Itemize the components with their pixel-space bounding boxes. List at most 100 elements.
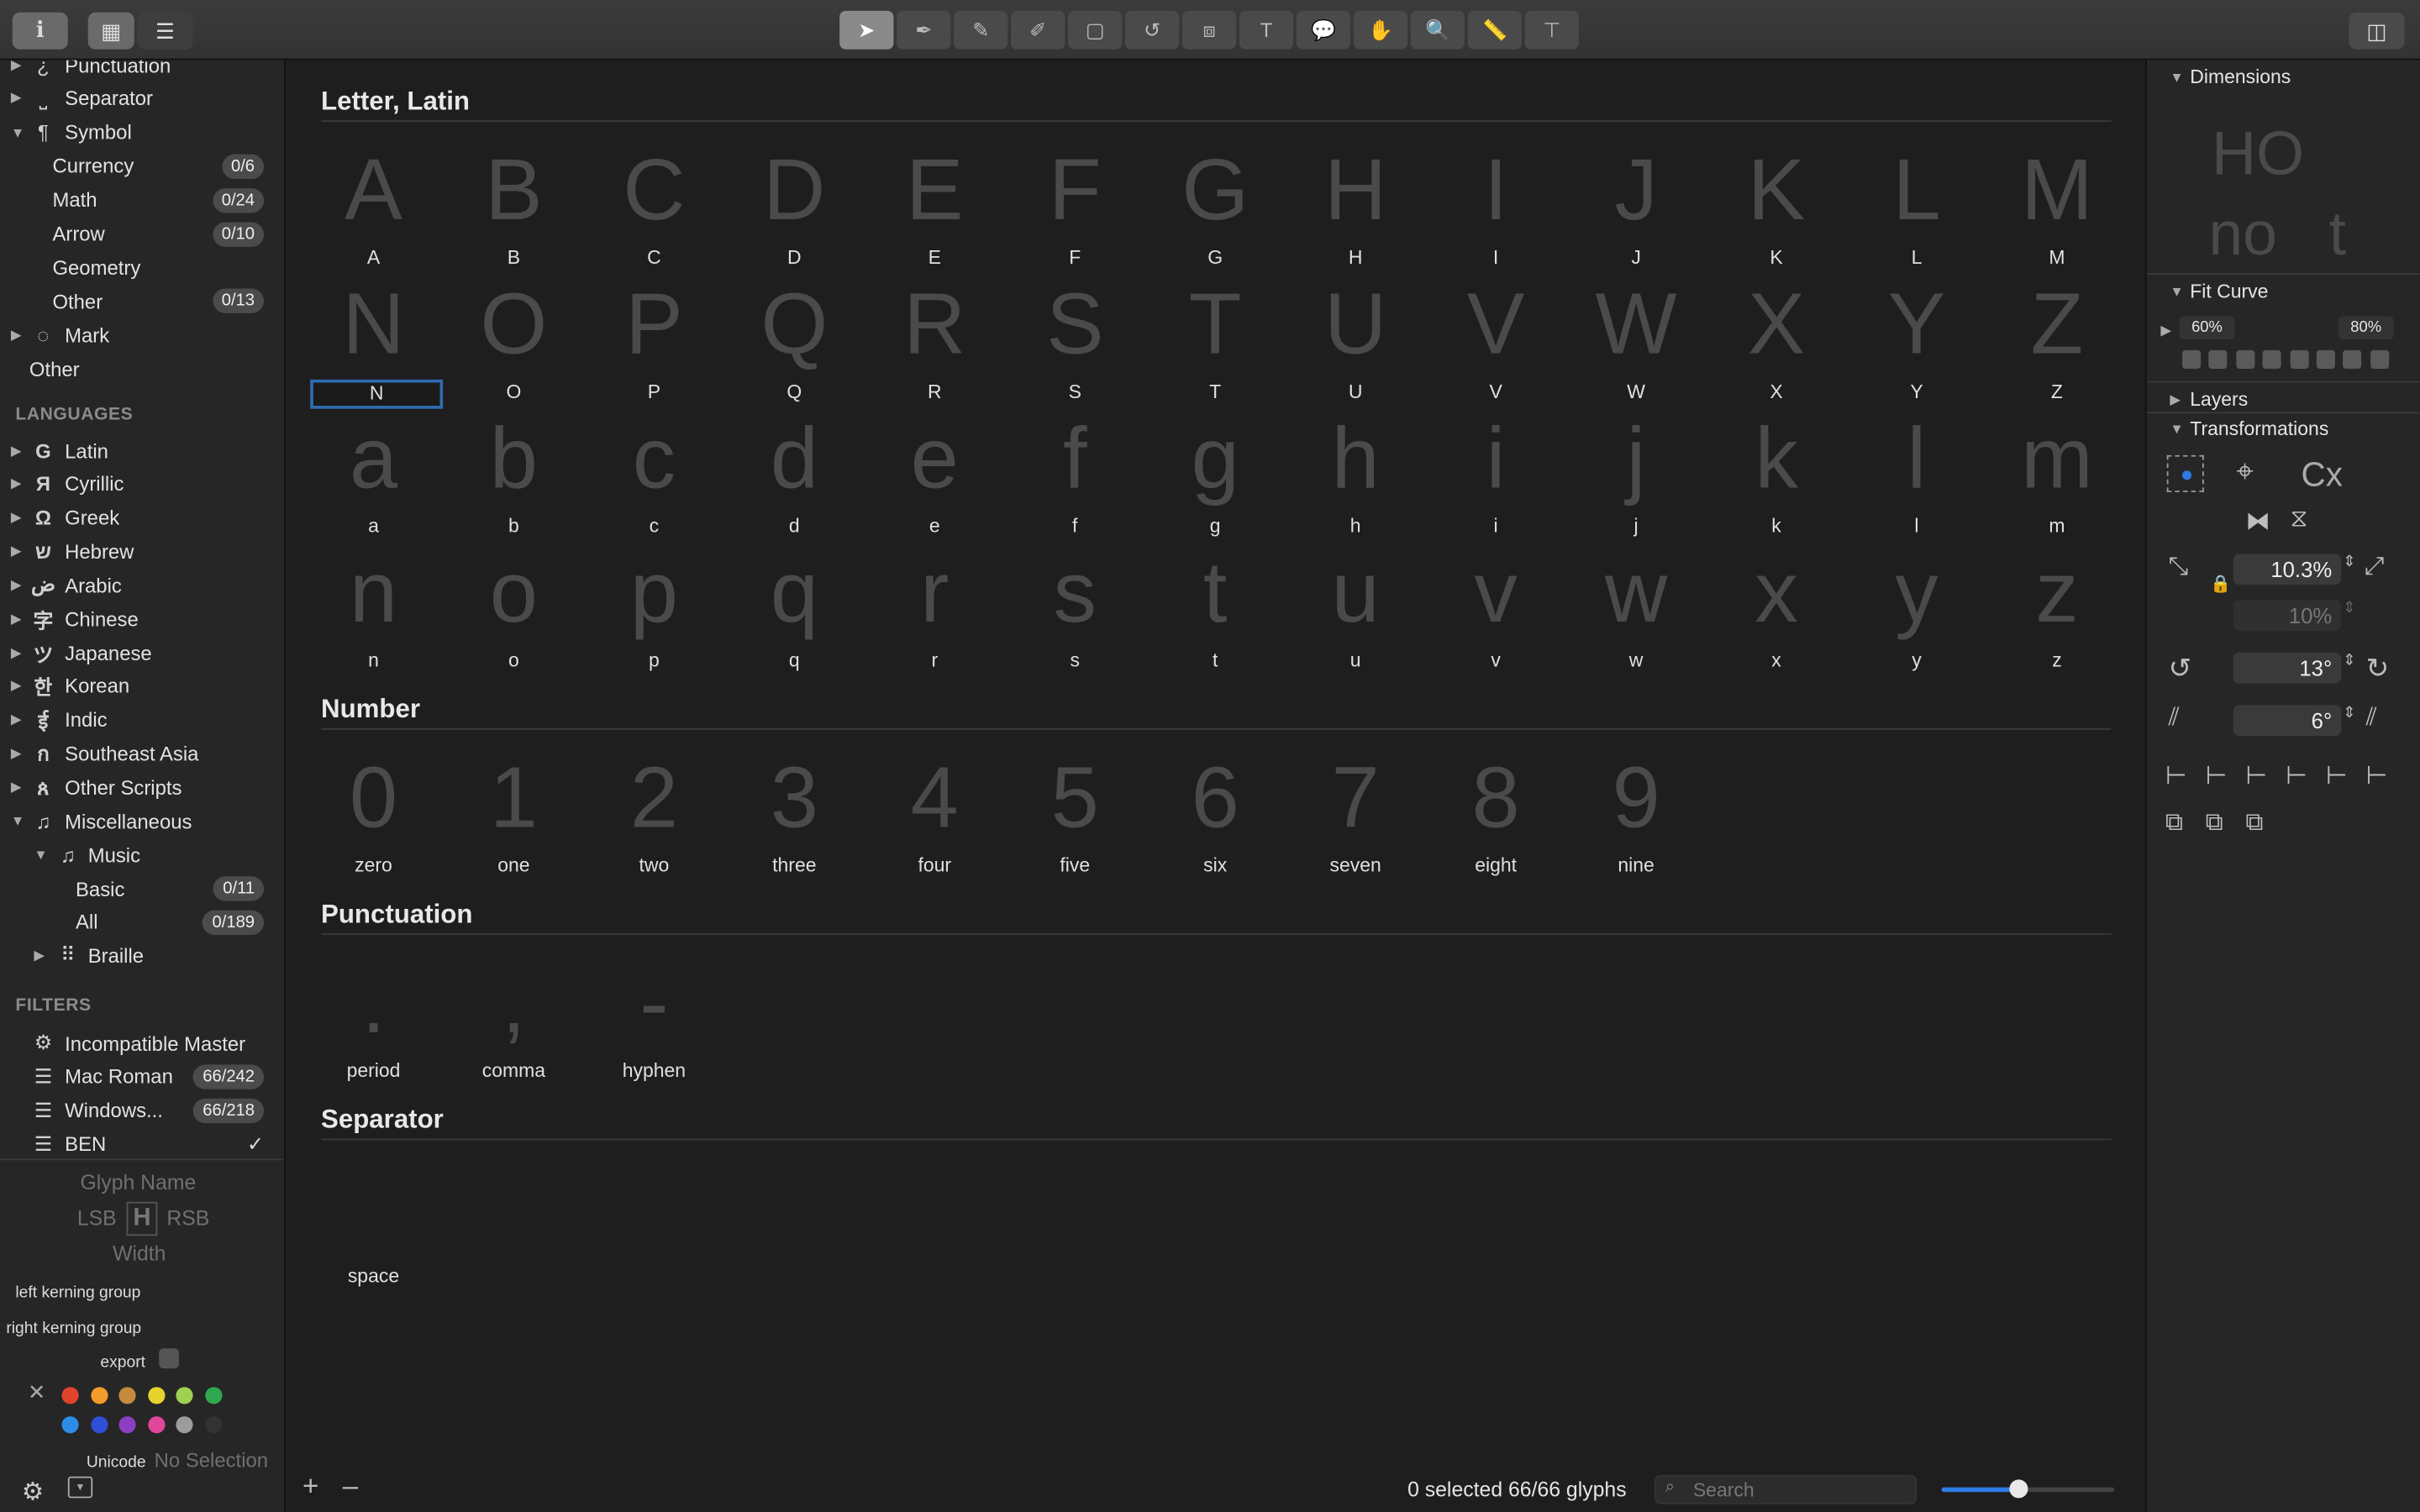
hand-tool-icon[interactable]: ✋ <box>1353 10 1408 50</box>
sidebar-item-other[interactable]: Other 0/13 <box>0 284 284 318</box>
align-left-icon[interactable]: ⊢ <box>2165 760 2187 791</box>
glyph-cell[interactable]: 5 five <box>1007 753 1143 878</box>
disclosure-closed-icon[interactable]: ▶ <box>11 442 22 459</box>
glyph-cell[interactable]: TT <box>1147 280 1283 404</box>
glyph-cell[interactable]: vv <box>1428 549 1564 673</box>
disclosure-closed-icon[interactable]: ▶ <box>11 678 22 695</box>
slant-right-icon[interactable]: ⫽ <box>2366 705 2377 732</box>
rotate-cw-icon[interactable]: ↻ <box>2366 653 2390 685</box>
color-swatch[interactable] <box>118 1387 136 1404</box>
color-swatch[interactable] <box>147 1416 165 1434</box>
glyph-cell[interactable]: ss <box>1007 549 1143 673</box>
glyph-cell[interactable]: II <box>1428 146 1564 270</box>
glyph-cell[interactable]: oo <box>446 549 582 673</box>
no-color-icon[interactable]: ✕ <box>28 1379 46 1405</box>
pen-tool-icon[interactable]: ✒ <box>897 10 951 50</box>
sidebar-item-separator[interactable]: ▶ ⎵ Separator <box>0 81 284 115</box>
union-icon[interactable]: ⧉ <box>2165 810 2183 837</box>
glyph-cell[interactable]: ff <box>1007 414 1143 538</box>
glyph-cell[interactable]: rr <box>866 549 1002 673</box>
glyph-cell[interactable]: JJ <box>1568 146 1704 270</box>
sidebar-item-music[interactable]: ▼ ♫ Music <box>0 837 284 871</box>
measure-tool-icon[interactable]: 📏 <box>1467 10 1522 50</box>
sidebar-item-punctuation[interactable]: ▶ ¿ Punctuation <box>0 60 284 82</box>
sidebar-item-indic[interactable]: ▶ ई Indic <box>0 703 284 737</box>
disclosure-closed-icon[interactable]: ▶ <box>11 327 22 344</box>
glyph-cell[interactable]: space <box>306 1165 442 1289</box>
sidebar-item-currency[interactable]: Currency 0/6 <box>0 150 284 183</box>
glyph-cell[interactable]: mm <box>1989 414 2125 538</box>
glyph-cell[interactable]: FF <box>1007 146 1143 270</box>
color-swatch[interactable] <box>61 1416 79 1434</box>
sidebar-item-chinese[interactable]: ▶ 字 Chinese <box>0 602 284 636</box>
sidebar-item-symbol[interactable]: ▼ ¶ Symbol <box>0 115 284 149</box>
list-view-button[interactable]: ☰ <box>137 12 193 50</box>
sidebar-toggle-icon[interactable]: ◫ <box>2349 12 2405 50</box>
scale-field[interactable]: 10.3% <box>2233 554 2342 585</box>
disclosure-closed-icon[interactable]: ▶ <box>11 611 22 627</box>
glyph-cell[interactable]: nn <box>306 549 442 673</box>
glyph-cell[interactable]: ee <box>866 414 1002 538</box>
sidebar-item-braille[interactable]: ▶ ⠿ Braille <box>0 938 284 972</box>
sidebar-item-mark[interactable]: ▶ ◌ Mark <box>0 318 284 352</box>
glyph-cell[interactable]: GG <box>1147 146 1283 270</box>
glyph-cell[interactable]: EE <box>866 146 1002 270</box>
glyph-cell[interactable]: ZZ <box>1989 280 2125 404</box>
rect-tool-icon[interactable]: ▢ <box>1067 10 1123 50</box>
rotate-field[interactable]: 13° <box>2233 652 2342 684</box>
color-swatch[interactable] <box>61 1387 79 1404</box>
glyph-cell[interactable]: QQ <box>727 280 863 404</box>
fit-curve-preset-button[interactable] <box>2182 349 2202 369</box>
glyph-cell[interactable]: AA <box>306 146 442 270</box>
glyph-cell[interactable]: qq <box>727 549 863 673</box>
export-checkbox[interactable] <box>159 1348 180 1369</box>
glyph-cell[interactable]: RR <box>866 280 1002 404</box>
glyph-cell[interactable]: PP <box>587 280 723 404</box>
sidebar-item-hebrew[interactable]: ▶ ש Hebrew <box>0 535 284 569</box>
gear-icon[interactable]: ⚙ <box>22 1477 44 1508</box>
intersect-icon[interactable]: ⧉ <box>2245 810 2263 837</box>
sidebar-item-miscellaneous[interactable]: ▼ ♫ Miscellaneous <box>0 805 284 838</box>
disclosure-closed-icon[interactable]: ▶ <box>34 947 45 963</box>
glyph-cell[interactable]: 0 zero <box>306 753 442 878</box>
dropdown-menu-icon[interactable]: ▾ <box>67 1476 93 1499</box>
glyph-cell[interactable]: VV <box>1428 280 1564 404</box>
scale-vertical-stepper[interactable]: ⇕ <box>2343 600 2355 617</box>
fit-curve-preset-button[interactable] <box>2370 349 2389 369</box>
filter-item-incompatible-master[interactable]: ⚙ Incompatible Master <box>0 1026 284 1059</box>
rotate-stepper[interactable]: ⇕ <box>2343 653 2355 669</box>
glyph-cell[interactable]: yy <box>1849 549 1985 673</box>
glyph-cell[interactable]: dd <box>727 414 863 538</box>
glyph-cell[interactable]: ww <box>1568 549 1704 673</box>
glyph-cell[interactable]: 4 four <box>866 753 1002 878</box>
disclosure-closed-icon[interactable]: ▶ <box>11 711 22 728</box>
align-right-icon[interactable]: ⊢ <box>2245 760 2267 791</box>
disclosure-closed-icon[interactable]: ▶ <box>11 644 22 661</box>
grid-view-button[interactable]: ▦ <box>87 12 134 50</box>
glyph-cell[interactable]: 8 eight <box>1428 753 1564 878</box>
color-swatch[interactable] <box>204 1416 222 1434</box>
align-center-h-icon[interactable]: ⊢ <box>2206 760 2228 791</box>
disclosure-open-icon[interactable]: ▼ <box>11 814 24 829</box>
glyph-cell[interactable]: 9 nine <box>1568 753 1704 878</box>
glyph-cell[interactable]: UU <box>1287 280 1423 404</box>
glyph-cell[interactable]: NN <box>306 280 444 409</box>
color-swatch[interactable] <box>147 1387 165 1404</box>
align-center-v-icon[interactable]: ⊢ <box>2326 760 2348 791</box>
color-swatch[interactable] <box>176 1387 193 1404</box>
pencil-tool-icon[interactable]: ✎ <box>954 10 1008 50</box>
sidebar-item-music-all[interactable]: All 0/189 <box>0 906 284 939</box>
disclosure-closed-icon[interactable]: ▶ <box>11 745 22 762</box>
glyph-cell[interactable]: kk <box>1708 414 1844 538</box>
glyph-cell[interactable]: 2 two <box>587 753 723 878</box>
glyph-cell[interactable]: gg <box>1147 414 1283 538</box>
glyph-cell[interactable]: WW <box>1568 280 1704 404</box>
rotate-tool-icon[interactable]: ↺ <box>1124 10 1180 50</box>
filter-item-windows-[interactable]: ☰ Windows... 66/218 <box>0 1094 284 1127</box>
color-swatch[interactable] <box>90 1416 108 1434</box>
sidebar-item-music-basic[interactable]: Basic 0/11 <box>0 872 284 906</box>
scale-up-icon[interactable]: ⤢ <box>2365 554 2385 581</box>
transformations-header[interactable]: ▼ Transformations <box>2147 415 2420 443</box>
glyph-cell[interactable]: DD <box>727 146 863 270</box>
color-swatch[interactable] <box>176 1416 193 1434</box>
